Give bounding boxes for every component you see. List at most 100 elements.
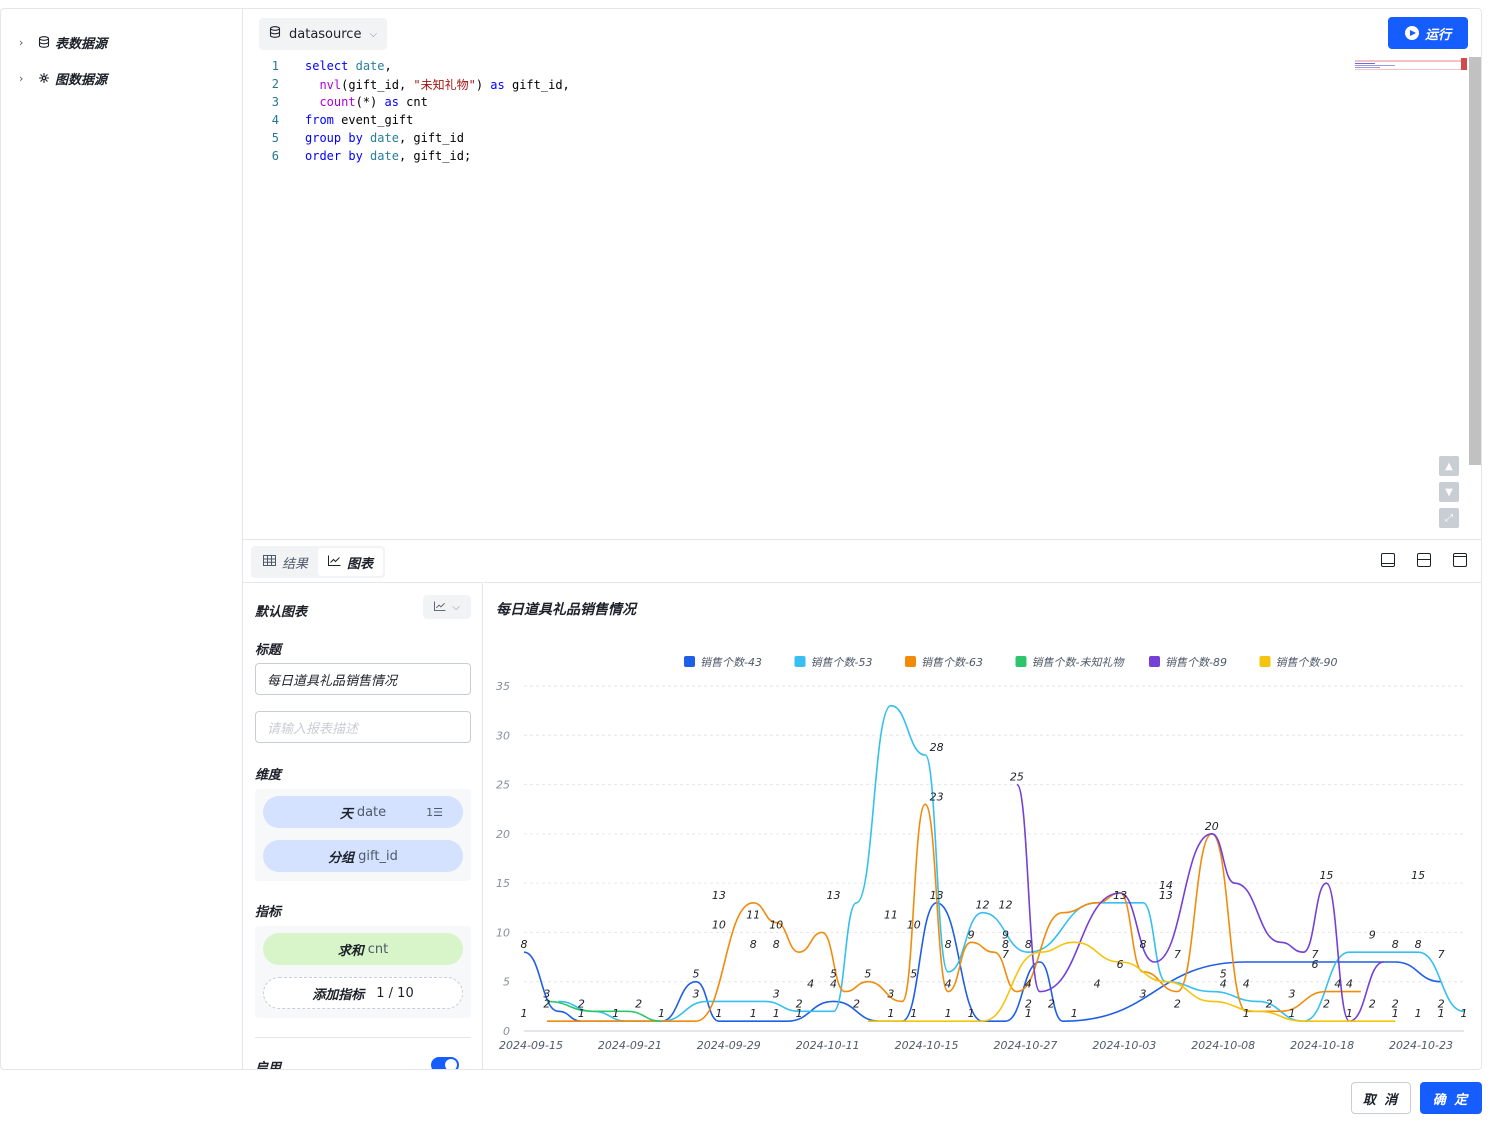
database-icon: [269, 26, 281, 42]
y-tick-label: 35: [496, 680, 510, 693]
add-metric-button[interactable]: 添加指标 1 / 10: [263, 977, 463, 1009]
code-text: from event_gift: [305, 113, 414, 127]
data-label: 13: [930, 889, 944, 902]
data-label: 1: [773, 1007, 780, 1020]
result-panel: 结果 图表 默认图表 ⌵ 标题 每日道具礼品销售情况 请输入报表描述 维度 天 …: [243, 539, 1481, 1069]
sidebar-item-table-datasource[interactable]: › 表数据源: [19, 32, 107, 52]
code-line: 4 from event_gift: [243, 111, 414, 129]
data-label: 6: [1117, 958, 1124, 971]
data-label: 13: [1113, 889, 1127, 902]
data-label: 4: [807, 978, 814, 991]
main-panel: datasource ⌵ 运行 1 select date, 2 nvl(gif…: [243, 9, 1481, 1069]
data-label: 8: [521, 938, 528, 951]
line-chart: 销售个数-43 销售个数-53 销售个数-63 销售个数-未知礼物 销售个数-89 销售个…: [496, 656, 1468, 1052]
x-tick-label: 2024-09-15: [499, 1039, 563, 1052]
chevron-right-icon[interactable]: ›: [19, 36, 33, 49]
line-chart-icon: [328, 555, 341, 570]
metric-count: 1 / 10: [376, 985, 414, 1001]
data-label: 4: [1243, 978, 1250, 991]
datasource-select[interactable]: datasource ⌵: [259, 18, 388, 50]
data-label: 2: [543, 997, 550, 1010]
metric-pill-cnt[interactable]: 求和 cnt: [263, 933, 463, 965]
data-label: 23: [930, 790, 944, 803]
title-input[interactable]: 每日道具礼品销售情况: [255, 663, 471, 695]
metric-box: 求和 cnt 添加指标 1 / 10: [255, 926, 471, 1018]
editor-scrollbar[interactable]: [1469, 57, 1481, 465]
dimension-pill-gift-id[interactable]: 分组 gift_id: [263, 840, 463, 872]
layout-bottom-icon[interactable]: [1381, 553, 1395, 567]
code-line: 6 order by date, gift_id;: [243, 147, 471, 165]
data-label: 11: [746, 909, 760, 922]
line-number: 3: [271, 95, 279, 109]
data-label: 5: [692, 968, 699, 981]
sidebar-item-label: 图数据源: [55, 72, 108, 88]
data-label: 7: [1438, 948, 1445, 961]
data-label: 13: [827, 889, 841, 902]
code-text: count(*) as cnt: [319, 95, 428, 109]
data-label: 4: [1220, 978, 1227, 991]
data-label: 1: [887, 1007, 894, 1020]
dimension-pill-date[interactable]: 天 date 1☰: [263, 796, 463, 828]
enable-toggle[interactable]: [431, 1057, 459, 1069]
data-label: 8: [1415, 938, 1422, 951]
layout-switcher: [1381, 553, 1467, 567]
data-label: 8: [750, 938, 757, 951]
x-tick-label: 2024-10-23: [1389, 1039, 1453, 1052]
fullscreen-icon[interactable]: ⤢: [1439, 508, 1459, 528]
chart-config-panel: 默认图表 ⌵ 标题 每日道具礼品销售情况 请输入报表描述 维度 天 date 1…: [243, 582, 483, 1069]
sql-editor[interactable]: 1 select date, 2 nvl(gift_id, "未知礼物") as…: [243, 57, 1469, 537]
data-label: 4: [945, 978, 952, 991]
chart-type-select[interactable]: ⌵: [423, 595, 471, 619]
editor-minimap[interactable]: [1355, 57, 1467, 77]
dimension-field: gift_id: [358, 848, 398, 864]
datasource-label: datasource: [289, 26, 362, 42]
y-tick-label: 15: [496, 877, 510, 890]
chevron-right-icon[interactable]: ›: [19, 72, 33, 85]
cancel-button[interactable]: 取 消: [1351, 1082, 1411, 1114]
layout-top-icon[interactable]: [1453, 553, 1467, 567]
legend-label: 销售个数-43: [700, 656, 762, 669]
dimension-box: 天 date 1☰ 分组 gift_id: [255, 789, 471, 881]
data-label: 1: [658, 1007, 665, 1020]
y-tick-label: 25: [496, 779, 510, 792]
metric-prefix: 求和: [337, 943, 364, 959]
x-tick-label: 2024-09-29: [697, 1039, 761, 1052]
data-label: 10: [907, 918, 921, 931]
data-label: 10: [712, 918, 726, 931]
data-label: 7: [1002, 948, 1009, 961]
data-label: 1: [1415, 1007, 1422, 1020]
data-label: 1: [945, 1007, 952, 1020]
data-label: 20: [1205, 820, 1219, 833]
confirm-button[interactable]: 确 定: [1420, 1082, 1482, 1114]
x-tick-label: 2024-10-03: [1092, 1039, 1156, 1052]
sort-icon[interactable]: 1☰: [426, 806, 443, 819]
data-label: 15: [1411, 869, 1425, 882]
scroll-down-icon[interactable]: ▼: [1439, 482, 1459, 502]
data-label: 7: [1174, 948, 1181, 961]
data-label: 8: [945, 938, 952, 951]
sidebar-item-label: 表数据源: [55, 36, 108, 52]
data-label: 12: [976, 899, 990, 912]
tab-label: 图表: [347, 556, 374, 572]
tab-chart[interactable]: 图表: [318, 548, 384, 576]
layout-split-icon[interactable]: [1417, 553, 1431, 567]
run-button[interactable]: 运行: [1388, 17, 1468, 49]
data-label: 1: [1461, 1007, 1468, 1020]
description-input[interactable]: 请输入报表描述: [255, 711, 471, 743]
legend-label: 销售个数-90: [1276, 656, 1338, 669]
data-label: 5: [864, 968, 871, 981]
scroll-up-icon[interactable]: ▲: [1439, 456, 1459, 476]
data-label: 1: [1346, 1007, 1353, 1020]
legend-label: 销售个数-未知礼物: [1032, 656, 1126, 669]
code-text: order by date, gift_id;: [305, 149, 472, 163]
legend-swatch: [905, 656, 916, 667]
tab-result[interactable]: 结果: [253, 548, 318, 576]
data-label: 3: [1140, 987, 1147, 1000]
data-label: 12: [998, 899, 1012, 912]
legend-swatch: [794, 656, 806, 667]
data-label: 1: [1392, 1007, 1399, 1020]
data-label: 1: [796, 1007, 803, 1020]
data-label: 3: [887, 987, 894, 1000]
data-label: 9: [1369, 928, 1376, 941]
sidebar-item-graph-datasource[interactable]: › 图数据源: [19, 68, 107, 88]
